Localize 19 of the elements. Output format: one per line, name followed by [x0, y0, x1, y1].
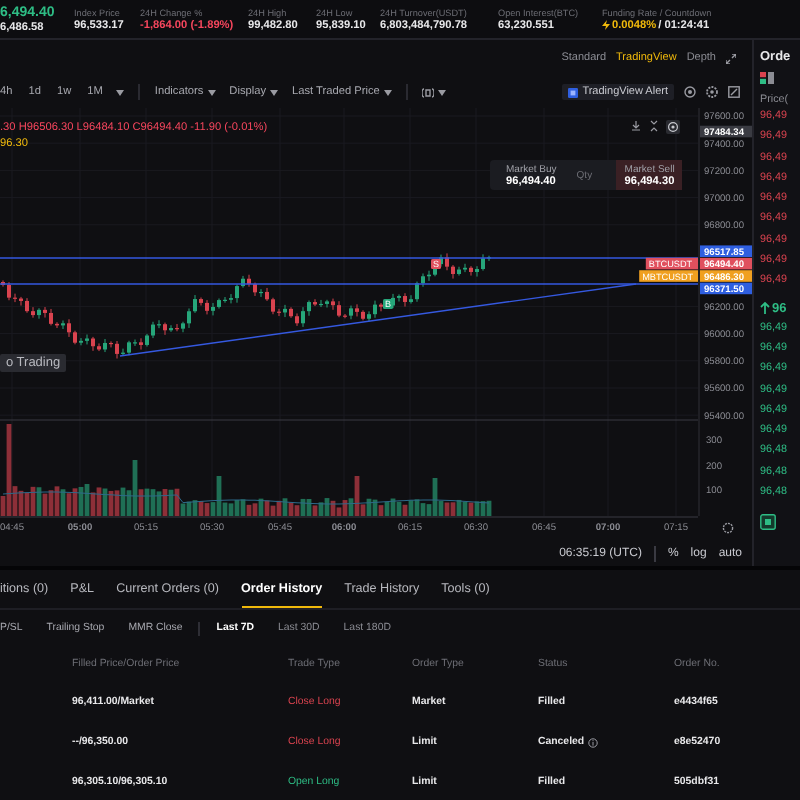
- info-icon[interactable]: [588, 737, 599, 747]
- target-icon[interactable]: [666, 120, 680, 134]
- caret-icon: [116, 89, 125, 95]
- alert-icon: [568, 87, 579, 97]
- caret-icon: [383, 89, 392, 95]
- download-icon[interactable]: [630, 120, 642, 132]
- book-mode-icon[interactable]: [760, 514, 776, 531]
- caret-icon: [437, 89, 446, 95]
- expand-icon[interactable]: [726, 53, 736, 63]
- lightning-icon: [602, 20, 610, 30]
- settings-icon[interactable]: [706, 86, 718, 98]
- template-icon[interactable]: [421, 87, 434, 97]
- settings-icon[interactable]: [722, 522, 734, 534]
- collapse-icon[interactable]: [648, 120, 660, 132]
- caret-icon: [207, 89, 216, 95]
- layout-icon[interactable]: [760, 72, 774, 84]
- fullscreen-icon[interactable]: [728, 86, 740, 98]
- up-arrow-icon: [760, 302, 770, 315]
- caret-icon: [270, 89, 279, 95]
